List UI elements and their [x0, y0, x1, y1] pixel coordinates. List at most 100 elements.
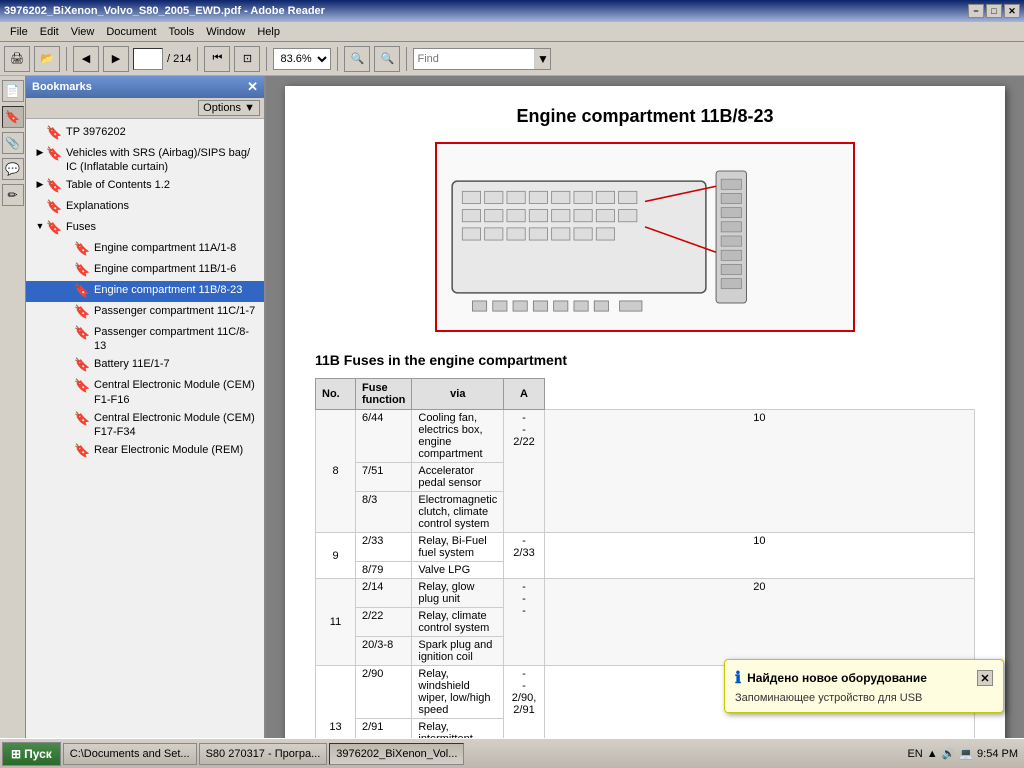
fuse-amp: 20 [544, 579, 974, 666]
sidebar-tree: 🔖 TP 3976202 ▶ 🔖 Vehicles with SRS (Airb… [26, 119, 264, 738]
start-icon: ⊞ [11, 747, 21, 761]
fuse-code: 8/79 [356, 562, 412, 579]
diagram-box [435, 142, 855, 332]
page-number-input[interactable]: 12 [133, 48, 163, 70]
notification-message: Запоминающее устройство для USB [735, 692, 993, 704]
bookmark-icon-cem-f17: 🔖 [74, 411, 90, 428]
fuse-no: 11 [316, 579, 356, 666]
section-title: 11B Fuses in the engine compartment [315, 352, 975, 368]
sidebar-label-tp: TP 3976202 [66, 125, 260, 139]
prev-page-button[interactable]: ◀ [73, 46, 99, 72]
print-button[interactable]: 🖨 [4, 46, 30, 72]
menu-window[interactable]: Window [200, 24, 251, 40]
sidebar-item-eng11b1[interactable]: 🔖 Engine compartment 11B/1-6 [26, 260, 264, 281]
sidebar-item-pass11c8[interactable]: 🔖 Passenger compartment 11C/8-13 [26, 323, 264, 356]
expander-toc[interactable]: ▶ [34, 179, 46, 191]
zoom-in-button[interactable]: 🔍 [344, 46, 370, 72]
first-page-button[interactable]: ⏮ [204, 46, 230, 72]
menu-edit[interactable]: Edit [34, 24, 65, 40]
zoom-out-button[interactable]: 🔍 [374, 46, 400, 72]
sidebar-label-eng11b1: Engine compartment 11B/1-6 [94, 262, 260, 276]
sidebar-label-bat11e: Battery 11E/1-7 [94, 357, 260, 371]
separator-2 [197, 47, 198, 71]
main-area: 📄 🔖 📎 💬 ✏ Bookmarks ✕ Options ▼ 🔖 TP 397… [0, 76, 1024, 738]
menubar: File Edit View Document Tools Window Hel… [0, 22, 1024, 42]
taskbar: ⊞ Пуск C:\Documents and Set... S80 27031… [0, 738, 1024, 768]
next-page-button[interactable]: ▶ [103, 46, 129, 72]
minimize-button[interactable]: − [968, 4, 984, 18]
sidebar-label-fuses: Fuses [66, 220, 260, 234]
notification-close-button[interactable]: ✕ [977, 670, 993, 686]
sidebar-item-explanations[interactable]: 🔖 Explanations [26, 197, 264, 218]
taskbar-task-s80[interactable]: S80 270317 - Програ... [199, 743, 328, 765]
titlebar-controls: − □ ✕ [968, 4, 1020, 18]
pdf-page: Engine compartment 11B/8-23 [285, 86, 1005, 738]
sidebar-item-pass11c1[interactable]: 🔖 Passenger compartment 11C/1-7 [26, 302, 264, 323]
taskbar-task-documents[interactable]: C:\Documents and Set... [63, 743, 197, 765]
bookmark-icon-eng11b1: 🔖 [74, 262, 90, 279]
fit-page-button[interactable]: ⊡ [234, 46, 260, 72]
fuse-desc: Valve LPG [412, 562, 504, 579]
fuse-code: 2/14 [356, 579, 412, 608]
zoom-select[interactable]: 83.6% 50% 75% 100% 150% [273, 48, 331, 70]
bookmark-icon-toc: 🔖 [46, 178, 62, 195]
find-button[interactable]: ▼ [534, 49, 550, 69]
bookmark-icon-eng11a: 🔖 [74, 241, 90, 258]
fuse-desc: Relay, glow plug unit [412, 579, 504, 608]
systray-lang: EN [907, 748, 922, 760]
pdf-area[interactable]: Engine compartment 11B/8-23 [266, 76, 1024, 738]
expander-srs[interactable]: ▶ [34, 147, 46, 159]
sidebar-item-cem-f1[interactable]: 🔖 Central Electronic Module (CEM) F1-F16 [26, 376, 264, 409]
bookmark-icon[interactable]: 🔖 [2, 106, 24, 128]
fuse-via: --2/90, 2/91 [504, 666, 545, 739]
table-row: 86/44Cooling fan, electrics box, engine … [316, 410, 975, 463]
sidebar-item-eng11a[interactable]: 🔖 Engine compartment 11A/1-8 [26, 239, 264, 260]
sidebar-item-cem-f17[interactable]: 🔖 Central Electronic Module (CEM) F17-F3… [26, 409, 264, 442]
systray-up-arrow[interactable]: ▲ [927, 748, 938, 760]
expander-fuses[interactable]: ▼ [34, 221, 46, 233]
fuse-desc: Accelerator pedal sensor [412, 463, 504, 492]
notification-title: Найдено новое оборудование [747, 671, 927, 685]
close-window-button[interactable]: ✕ [1004, 4, 1020, 18]
find-box: ▼ [413, 48, 551, 70]
fuse-via: --2/22 [504, 410, 545, 533]
sidebar-item-bat11e[interactable]: 🔖 Battery 11E/1-7 [26, 355, 264, 376]
notification-icon: ℹ [735, 668, 741, 688]
sidebar-item-eng11b8[interactable]: 🔖 Engine compartment 11B/8-23 [26, 281, 264, 302]
find-input[interactable] [414, 53, 534, 65]
systray-network-icon: 💻 [959, 747, 973, 760]
menu-document[interactable]: Document [100, 24, 162, 40]
page-icon[interactable]: 📄 [2, 80, 24, 102]
sign-icon[interactable]: ✏ [2, 184, 24, 206]
table-row: 92/33Relay, Bi-Fuel fuel system-2/3310 [316, 533, 975, 562]
attachment-icon[interactable]: 📎 [2, 132, 24, 154]
systray-volume-icon: 🔊 [942, 747, 956, 760]
system-clock: 9:54 PM [977, 748, 1018, 760]
sidebar-label-cem-f17: Central Electronic Module (CEM) F17-F34 [94, 411, 260, 440]
th-fuse-function: Fuse function [356, 379, 412, 410]
comment-icon[interactable]: 💬 [2, 158, 24, 180]
open-button[interactable]: 📂 [34, 46, 60, 72]
taskbar-task-pdf[interactable]: 3976202_BiXenon_Vol... [329, 743, 464, 765]
menu-help[interactable]: Help [251, 24, 286, 40]
options-button[interactable]: Options ▼ [198, 100, 260, 116]
sidebar-item-rem[interactable]: 🔖 Rear Electronic Module (REM) [26, 441, 264, 462]
menu-file[interactable]: File [4, 24, 34, 40]
sidebar-item-fuses[interactable]: ▼ 🔖 Fuses [26, 218, 264, 239]
sidebar-item-tp[interactable]: 🔖 TP 3976202 [26, 123, 264, 144]
sidebar-item-srs[interactable]: ▶ 🔖 Vehicles with SRS (Airbag)/SIPS bag/… [26, 144, 264, 177]
systray: EN ▲ 🔊 💻 9:54 PM [907, 747, 1022, 760]
sidebar-close-button[interactable]: ✕ [247, 79, 258, 95]
fuse-code: 2/91 [356, 719, 412, 739]
start-button[interactable]: ⊞ Пуск [2, 742, 61, 766]
notification-header: ℹ Найдено новое оборудование ✕ [735, 668, 993, 688]
separator-3 [266, 47, 267, 71]
sidebar-label-rem: Rear Electronic Module (REM) [94, 443, 260, 457]
icon-bar: 📄 🔖 📎 💬 ✏ [0, 76, 26, 738]
sidebar-item-toc[interactable]: ▶ 🔖 Table of Contents 1.2 [26, 176, 264, 197]
sidebar-label-pass11c8: Passenger compartment 11C/8-13 [94, 325, 260, 354]
menu-view[interactable]: View [65, 24, 101, 40]
maximize-button[interactable]: □ [986, 4, 1002, 18]
sidebar-label-eng11b8: Engine compartment 11B/8-23 [94, 283, 260, 297]
menu-tools[interactable]: Tools [163, 24, 201, 40]
